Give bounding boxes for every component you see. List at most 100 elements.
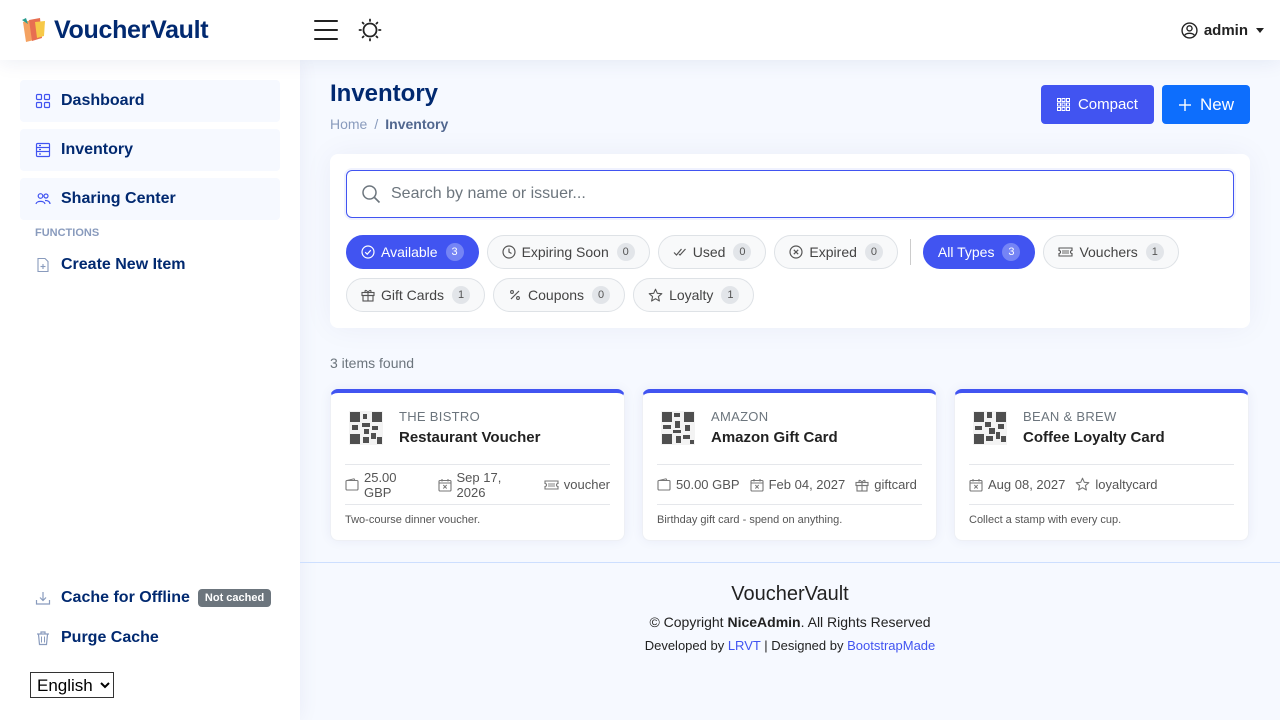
filter-expiring-soon[interactable]: Expiring Soon 0 <box>486 235 650 269</box>
filter-label: Expiring Soon <box>521 244 609 260</box>
page-title: Inventory <box>330 80 439 107</box>
item-card[interactable]: BEAN & BREW Coffee Loyalty Card Aug 08, … <box>954 389 1249 541</box>
item-type: loyaltycard <box>1075 477 1158 492</box>
copyright-prefix: © Copyright <box>649 614 724 630</box>
grid-icon <box>35 93 51 109</box>
new-button-label: New <box>1199 94 1234 114</box>
chevron-down-icon <box>1256 27 1264 33</box>
filter-available[interactable]: Available 3 <box>346 235 479 269</box>
menu-bar <box>314 38 338 40</box>
item-expiry: Aug 08, 2027 <box>969 477 1065 492</box>
filter-count: 0 <box>864 243 883 261</box>
breadcrumb-home[interactable]: Home <box>330 116 367 132</box>
app-name: VoucherVault <box>54 15 209 44</box>
new-item-button[interactable]: New <box>1161 85 1250 124</box>
qr-code-icon <box>661 411 695 445</box>
cache-offline-label: Cache for Offline <box>61 589 190 606</box>
item-card-header: BEAN & BREW Coffee Loyalty Card <box>969 393 1234 465</box>
main-content: Inventory Home / Inventory Compact New S… <box>300 60 1280 720</box>
filter-divider <box>909 239 911 265</box>
breadcrumb-current: Inventory <box>385 116 449 132</box>
item-value-text: 25.00 GBP <box>363 469 397 500</box>
qr-code-icon <box>973 411 1007 445</box>
filter-expired[interactable]: Expired 0 <box>774 235 898 269</box>
filter-all-types[interactable]: All Types 3 <box>922 235 1036 269</box>
star-icon <box>648 288 663 303</box>
filter-count: 3 <box>445 243 464 261</box>
item-description: Collect a stamp with every cup. <box>969 514 1122 526</box>
filter-count: 1 <box>452 286 471 304</box>
menu-bar <box>314 29 338 31</box>
search-input[interactable] <box>391 185 1191 203</box>
file-plus-icon <box>37 257 49 273</box>
x-circle-icon <box>789 245 804 259</box>
footer-title: VoucherVault <box>731 583 849 605</box>
item-name: Amazon Gift Card <box>711 429 838 446</box>
search-box <box>346 170 1234 218</box>
grid-3x3-icon <box>1056 98 1070 111</box>
filter-gift-cards[interactable]: Gift Cards 1 <box>346 278 486 312</box>
filter-count: 1 <box>721 286 740 304</box>
functions-heading: FUNCTIONS <box>35 227 100 239</box>
filter-label: Loyalty <box>669 287 714 303</box>
filter-count: 0 <box>733 243 752 261</box>
user-menu[interactable]: admin <box>1181 22 1264 39</box>
voucher-logo-icon <box>22 18 45 42</box>
purge-cache-button[interactable]: Purge Cache <box>20 620 280 656</box>
menu-bar <box>314 20 338 22</box>
logo[interactable]: VoucherVault <box>20 16 300 45</box>
filter-row: Gift Cards 1 Coupons 0 Loyalty 1 <box>346 278 1246 312</box>
ticket-icon <box>1058 246 1073 258</box>
designer-link[interactable]: BootstrapMade <box>847 638 935 653</box>
user-name: admin <box>1203 21 1248 39</box>
plus-icon <box>1178 98 1192 112</box>
item-type-text: loyaltycard <box>1095 477 1158 492</box>
sidebar-item-dashboard[interactable]: Dashboard <box>20 80 280 122</box>
check-all-icon <box>673 245 687 259</box>
search-icon <box>361 184 381 204</box>
sidebar: Dashboard Inventory Sharing Center FUNCT… <box>0 60 300 720</box>
item-issuer: THE BISTRO <box>399 409 481 424</box>
sidebar-bottom: Cache for Offline Not cached Purge Cache… <box>20 580 280 698</box>
theme-toggle-icon[interactable] <box>358 18 382 42</box>
filter-used[interactable]: Used 0 <box>657 235 767 269</box>
item-description: Two-course dinner voucher. <box>345 514 481 526</box>
filter-count: 3 <box>1002 243 1021 261</box>
item-meta: 25.00 GBP Sep 17, 2026 voucher <box>345 465 610 505</box>
developer-link[interactable]: LRVT <box>728 638 761 653</box>
item-card[interactable]: AMAZON Amazon Gift Card 50.00 GBP Feb 04… <box>642 389 937 541</box>
item-description: Birthday gift card - spend on anything. <box>657 514 843 526</box>
filter-coupons[interactable]: Coupons 0 <box>493 278 626 312</box>
item-value-text: 50.00 GBP <box>676 477 740 492</box>
sidebar-toggle-button[interactable] <box>314 20 338 40</box>
developed-by-label: Developed by <box>644 638 725 653</box>
sidebar-item-create-new-item[interactable]: Create New Item <box>20 247 280 283</box>
item-expiry: Sep 17, 2026 <box>437 470 534 500</box>
sidebar-item-sharing-center[interactable]: Sharing Center <box>20 178 280 220</box>
item-card[interactable]: THE BISTRO Restaurant Voucher 25.00 GBP … <box>330 389 625 541</box>
item-meta: Aug 08, 2027 loyaltycard <box>969 465 1234 505</box>
clock-icon <box>501 245 516 259</box>
sidebar-item-inventory[interactable]: Inventory <box>20 129 280 171</box>
compact-view-button[interactable]: Compact <box>1040 85 1154 124</box>
ticket-icon <box>544 479 559 490</box>
filter-loyalty[interactable]: Loyalty 1 <box>633 278 755 312</box>
filter-vouchers[interactable]: Vouchers 1 <box>1043 235 1179 269</box>
purge-cache-label: Purge Cache <box>61 629 159 646</box>
filter-row: Available 3 Expiring Soon 0 Used 0 Expir… <box>346 235 1246 269</box>
item-name: Restaurant Voucher <box>399 429 541 446</box>
item-type-text: giftcard <box>874 477 917 492</box>
footer-credits: Developed by LRVT | Designed by Bootstra… <box>300 638 1280 653</box>
copyright-brand: NiceAdmin <box>727 614 801 630</box>
language-select[interactable]: English <box>30 672 114 698</box>
calendar-x-icon <box>969 478 983 492</box>
item-meta: 50.00 GBP Feb 04, 2027 giftcard <box>657 465 922 505</box>
item-name: Coffee Loyalty Card <box>1023 429 1165 446</box>
results-count: 3 items found <box>330 355 415 371</box>
item-expiry-text: Aug 08, 2027 <box>988 477 1066 492</box>
filter-count: 0 <box>592 286 611 304</box>
cache-offline-button[interactable]: Cache for Offline Not cached <box>20 580 280 616</box>
filter-label: Used <box>692 244 726 260</box>
sidebar-item-label: Create New Item <box>61 256 186 273</box>
footer-copyright: © Copyright NiceAdmin. All Rights Reserv… <box>300 614 1280 630</box>
